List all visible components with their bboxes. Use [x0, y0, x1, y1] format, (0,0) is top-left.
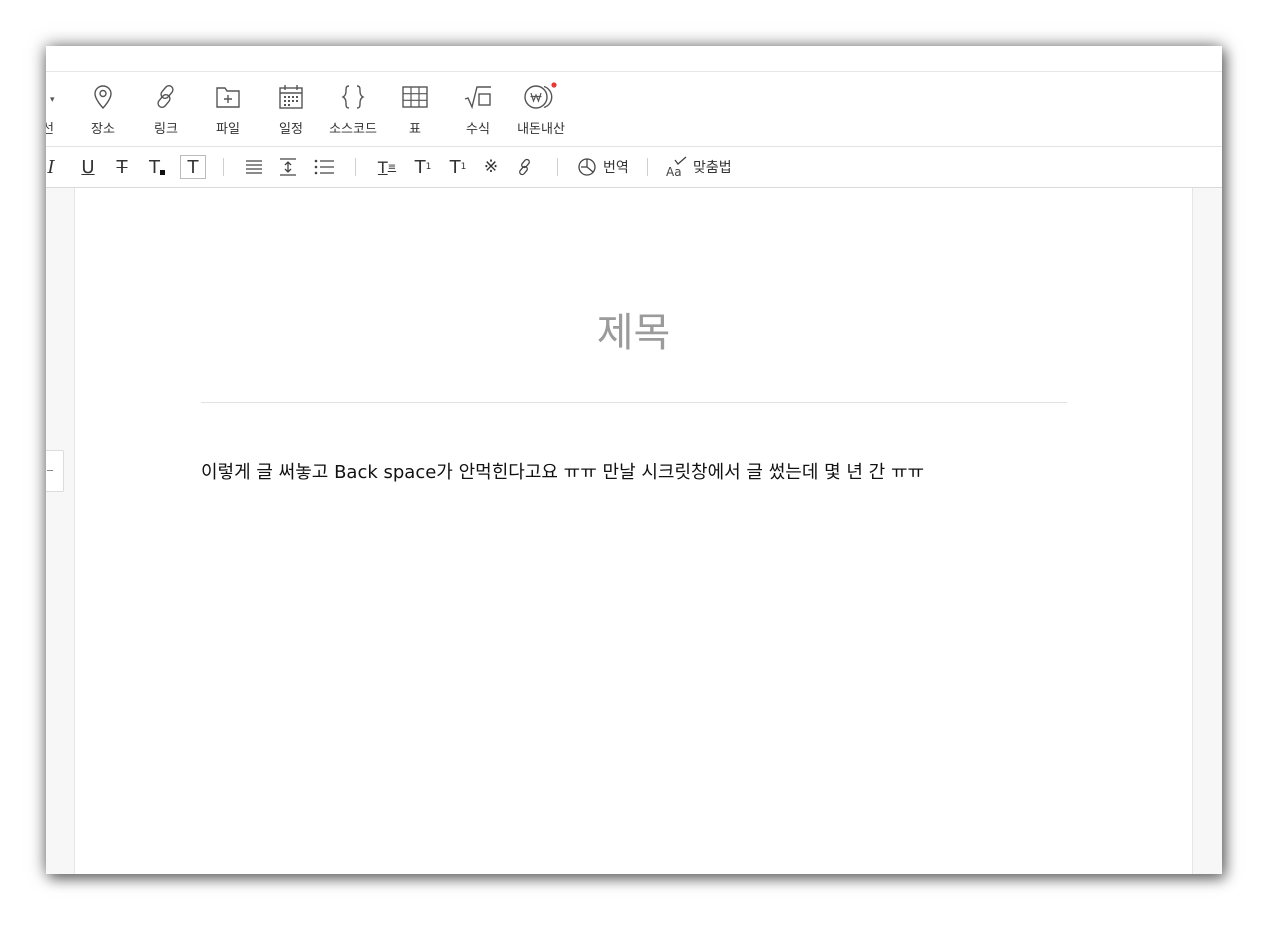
sourcecode-tool-label: 소스코드: [329, 122, 377, 137]
strikethrough-icon[interactable]: T: [110, 155, 134, 179]
naedonnaesan-tool[interactable]: 내돈내산: [511, 82, 571, 137]
dropdown-arrow-icon: ▾: [50, 95, 55, 105]
line-height-icon[interactable]: [276, 155, 300, 179]
spellcheck-icon: Aa: [666, 156, 687, 178]
special-character-icon[interactable]: ※: [479, 155, 503, 179]
formula-tool[interactable]: 수식: [448, 82, 508, 137]
title-divider: [201, 402, 1067, 403]
window-top-strip: [46, 46, 1222, 72]
sourcecode-tool[interactable]: 소스코드: [323, 82, 383, 137]
subscript-icon[interactable]: T1: [445, 155, 471, 179]
place-tool-label: 장소: [91, 122, 115, 137]
table-tool[interactable]: 표: [385, 82, 445, 137]
spellcheck-label: 맞춤법: [693, 160, 732, 176]
text-background-icon[interactable]: T: [180, 155, 206, 179]
translate-icon: [578, 158, 596, 176]
file-tool-label: 파일: [216, 122, 240, 137]
schedule-tool-label: 일정: [279, 122, 303, 137]
square-root-icon: [464, 86, 491, 110]
toolbar-separator: [557, 158, 558, 176]
svg-text:Aa: Aa: [666, 165, 682, 178]
naedonnaesan-tool-label: 내돈내산: [517, 122, 565, 137]
link-tool[interactable]: 링크: [136, 82, 196, 137]
link-tool-label: 링크: [154, 122, 178, 137]
translate-button[interactable]: 번역: [577, 155, 637, 179]
document-page: 제목 이렇게 글 써놓고 Back space가 안먹힌다고요 ㅠㅠ 만날 시크…: [74, 188, 1193, 874]
bullet-list-icon[interactable]: [312, 155, 336, 179]
file-folder-icon: [216, 87, 240, 108]
superscript-icon[interactable]: T1: [410, 155, 436, 179]
schedule-tool[interactable]: 일정: [261, 82, 321, 137]
minus-icon: [47, 470, 53, 471]
translate-label: 번역: [603, 160, 629, 176]
format-toolbar: I U T T T T ≡ T1 T1 ※ 번역 Aa 맞춤법: [46, 147, 1222, 188]
place-tool[interactable]: 장소: [73, 82, 133, 137]
partial-tool-label: 선: [46, 122, 54, 137]
table-icon: [402, 86, 428, 108]
text-color-icon[interactable]: T: [144, 155, 170, 179]
link-icon: [157, 85, 174, 108]
toolbar-separator: [223, 158, 224, 176]
file-tool[interactable]: 파일: [198, 82, 258, 137]
notification-dot: [551, 82, 557, 88]
formula-tool-label: 수식: [466, 122, 490, 137]
calendar-icon: [279, 85, 303, 109]
link-icon[interactable]: [513, 155, 537, 179]
won-coin-icon: [524, 82, 557, 109]
spellcheck-button[interactable]: Aa 맞춤법: [665, 155, 739, 179]
title-input[interactable]: 제목: [75, 300, 1192, 358]
editor-window: ▾ 선 장소 링크 파일 일정 소스코드 표 수식 내돈내산 I U T T T…: [46, 46, 1222, 874]
curly-braces-icon: [341, 85, 365, 109]
editor-workspace: 제목 이렇게 글 써놓고 Back space가 안먹힌다고요 ㅠㅠ 만날 시크…: [46, 188, 1222, 874]
text-style-icon[interactable]: T ≡: [374, 155, 400, 179]
italic-icon[interactable]: I: [46, 155, 60, 179]
align-justify-icon[interactable]: [242, 155, 266, 179]
location-pin-icon: [94, 85, 112, 110]
toolbar-separator: [647, 158, 648, 176]
side-collapse-handle[interactable]: [46, 450, 64, 492]
table-tool-label: 표: [409, 122, 421, 137]
insert-toolbar: ▾ 선 장소 링크 파일 일정 소스코드 표 수식 내돈내산: [46, 72, 1222, 147]
body-paragraph[interactable]: 이렇게 글 써놓고 Back space가 안먹힌다고요 ㅠㅠ 만날 시크릿창에…: [201, 458, 924, 484]
underline-icon[interactable]: U: [76, 155, 100, 179]
toolbar-separator: [355, 158, 356, 176]
